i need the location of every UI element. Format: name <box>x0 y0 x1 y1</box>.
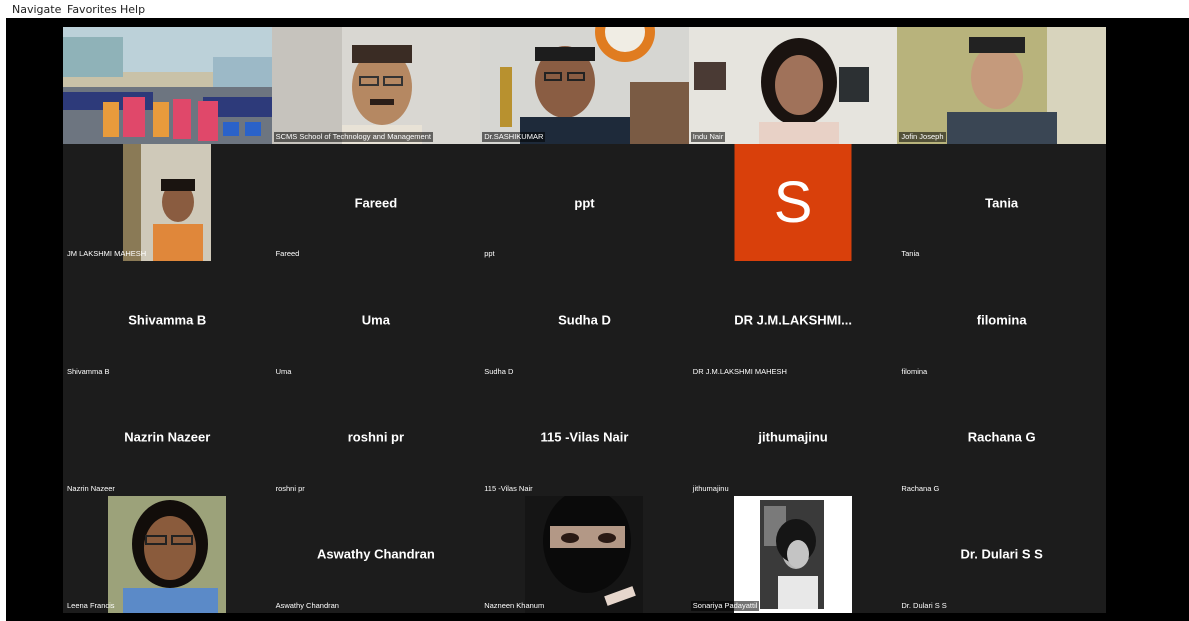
man-young-video <box>897 27 1106 144</box>
gallery-grid: SCMS School of Technology and Management… <box>63 27 1106 613</box>
participant-tile[interactable]: Dr. Dulari S S Dr. Dulari S S <box>897 495 1106 613</box>
woman-glasses-video <box>688 27 898 144</box>
participant-label: roshni pr <box>275 483 305 493</box>
woman-photo-video <box>108 495 226 613</box>
participant-tile[interactable]: jithumajinu jithumajinu <box>688 378 898 496</box>
man-headset-video <box>480 27 689 144</box>
participant-tile[interactable]: filomina filomina <box>897 261 1106 379</box>
participant-tile[interactable]: Rachana G Rachana G <box>897 378 1106 496</box>
avatar: S <box>734 144 852 262</box>
participant-label: JM LAKSHMI MAHESH <box>67 249 147 259</box>
participant-tile[interactable]: 115 -Vilas Nair 115 -Vilas Nair <box>480 378 689 496</box>
participant-tile[interactable]: JM LAKSHMI MAHESH <box>63 144 272 262</box>
participant-label: Sudha D <box>484 366 514 376</box>
participant-name: DR J.M.LAKSHMI... <box>734 312 852 328</box>
man-glasses-video <box>271 27 481 144</box>
participant-label: ppt <box>484 249 495 259</box>
participant-tile[interactable]: ppt ppt <box>480 144 689 262</box>
participant-name: Dr. Dulari S S <box>960 546 1043 562</box>
participant-name: Tania <box>985 195 1019 211</box>
participant-label: jithumajinu <box>692 483 729 493</box>
menu-bar: Navigate Favorites Help <box>0 0 1189 18</box>
participant-label: Leena Francis <box>67 600 115 610</box>
participant-tile[interactable]: Dr.SASHIKUMAR <box>480 27 689 145</box>
veiled-video <box>525 495 644 613</box>
bw-photo-video <box>733 495 852 613</box>
participant-tile[interactable]: S <box>688 144 898 262</box>
participant-name: Aswathy Chandran <box>317 546 435 562</box>
participant-label: Tania <box>901 249 920 259</box>
participant-name: Nazrin Nazeer <box>124 429 211 445</box>
participant-tile[interactable]: Nazrin Nazeer Nazrin Nazeer <box>63 378 272 496</box>
participant-tile[interactable]: Fareed Fareed <box>271 144 481 262</box>
participant-tile[interactable]: Uma Uma <box>271 261 481 379</box>
participant-tile[interactable]: Sonariya Padayattil <box>688 495 898 613</box>
participant-label: Fareed <box>275 249 300 259</box>
participant-label: Shivamma B <box>67 366 110 376</box>
participant-label: Rachana G <box>901 483 940 493</box>
participant-name: Rachana G <box>967 429 1036 445</box>
participant-label: SCMS School of Technology and Management <box>273 132 433 143</box>
participant-name: filomina <box>976 312 1027 328</box>
participant-label: Aswathy Chandran <box>275 600 339 610</box>
participant-tile[interactable]: Shivamma B Shivamma B <box>63 261 272 379</box>
participant-label: Uma <box>275 366 292 376</box>
participant-tile[interactable]: Nazneen Khanum <box>480 495 689 613</box>
participant-label: Dr. Dulari S S <box>901 600 947 610</box>
menu-navigate[interactable]: Navigate <box>12 3 61 16</box>
participant-tile[interactable]: DR J.M.LAKSHMI... DR J.M.LAKSHMI MAHESH <box>688 261 898 379</box>
classroom-video <box>63 27 272 144</box>
participant-label: Dr.SASHIKUMAR <box>482 132 546 143</box>
participant-label: Sonariya Padayattil <box>690 600 760 611</box>
participant-name: Shivamma B <box>128 312 207 328</box>
participant-tile[interactable]: Leena Francis <box>63 495 272 613</box>
woman-small-video <box>123 144 211 262</box>
menu-favorites[interactable]: Favorites <box>67 3 117 16</box>
participant-tile[interactable]: SCMS School of Technology and Management <box>271 27 481 145</box>
participant-name: Fareed <box>354 195 398 211</box>
participant-tile[interactable]: roshni pr roshni pr <box>271 378 481 496</box>
participant-name: jithumajinu <box>758 429 828 445</box>
participant-tile[interactable] <box>63 27 272 145</box>
participant-label: filomina <box>901 366 928 376</box>
participant-label: Nazneen Khanum <box>484 600 545 610</box>
participant-name: 115 -Vilas Nair <box>540 429 629 445</box>
participant-label: 115 -Vilas Nair <box>484 483 533 493</box>
participant-name: roshni pr <box>347 429 405 445</box>
participant-name: Uma <box>361 312 390 328</box>
participant-tile[interactable]: Sudha D Sudha D <box>480 261 689 379</box>
participant-name: Sudha D <box>558 312 611 328</box>
participant-name: ppt <box>574 195 595 211</box>
participant-label: Indu Nair <box>690 132 726 143</box>
participant-tile[interactable]: Indu Nair <box>688 27 898 145</box>
participant-tile[interactable]: Tania Tania <box>897 144 1106 262</box>
participant-label: Jofin Joseph <box>899 132 946 143</box>
participant-label: Nazrin Nazeer <box>67 483 115 493</box>
participant-label: DR J.M.LAKSHMI MAHESH <box>692 366 787 376</box>
menu-help[interactable]: Help <box>120 3 145 16</box>
participant-tile[interactable]: Jofin Joseph <box>897 27 1106 145</box>
participant-tile[interactable]: Aswathy Chandran Aswathy Chandran <box>271 495 481 613</box>
